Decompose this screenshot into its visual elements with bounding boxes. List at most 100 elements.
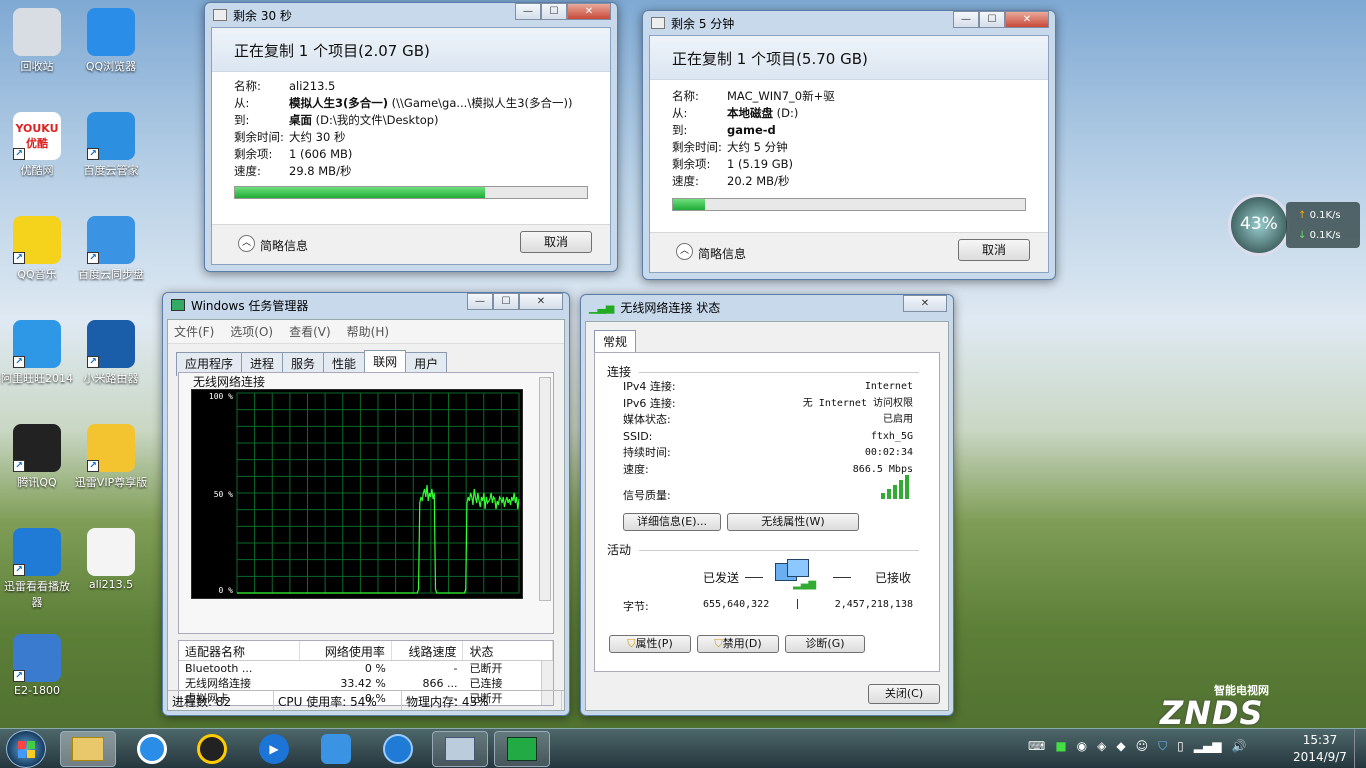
cloud-tray-icon[interactable]: ◈ [1097,739,1106,754]
detail-row: 速度: 29.8 MB/秒 [234,164,352,178]
task-manager-window[interactable]: Windows 任务管理器 — ☐ ✕ 文件(F) 选项(O) 查看(V) 帮助(H) 应… [162,292,570,716]
qq-browser-icon [137,734,167,764]
close-button[interactable]: ✕ [1005,11,1049,28]
detail-row: 剩余时间: 大约 5 分钟 [672,140,788,154]
detail-row: 名称: ali213.5 [234,79,336,93]
copy-heading: 正在复制 1 个项目(5.70 GB) [650,36,1048,80]
tab[interactable]: 联网 [364,350,407,374]
table-row[interactable]: Bluetooth ... 0 % - 已断开 [179,661,553,676]
wifi-status-window[interactable]: ▁▃▅ 无线网络连接 状态 ✕ 常规 连接 IPv4 连接: Internet IPv… [580,294,954,716]
shortcut-arrow-icon: ↗ [87,356,99,368]
copy-details: 名称: MAC_WIN7_0新+驱 从: 本地磁盘 (D:) 到: game-d 剩余时间:… [650,80,1048,190]
clock[interactable]: 15:37 2014/9/7 [1290,732,1350,766]
qq-tray-icon[interactable]: ☺ [1136,739,1149,754]
wireless-properties-button[interactable]: 无线属性(W) [727,513,859,531]
table-row[interactable]: 无线网络连接 33.42 % 866 ... 已连接 [179,676,553,691]
taskbar-task-manager[interactable] [494,731,550,767]
upload-arrow-icon: ↑ [1298,210,1307,221]
desktop-icon[interactable]: ↗ 迅雷看看播放器 [0,524,74,610]
maximize-button[interactable]: ☐ [493,293,519,310]
system-tray: ⌨ ■ ◉ ◈ ◆ ☺ ⛉ ▯ ▂▄▆ 🔊 [1028,739,1246,754]
keyboard-icon[interactable]: ⌨ [1028,739,1045,754]
taskbar-network-panel[interactable] [432,731,488,767]
disable-button[interactable]: ⛉禁用(D) [697,635,779,653]
volume-icon[interactable]: 🔊 [1231,739,1246,754]
close-dialog-button[interactable]: 关闭(C) [868,684,940,704]
qq-browser-icon [87,8,135,56]
close-button[interactable]: ✕ [567,3,611,20]
shortcut-arrow-icon: ↗ [87,252,99,264]
desktop-icon[interactable]: ↗ 百度云管家 [74,108,148,178]
details-button[interactable]: 详细信息(E)... [623,513,721,531]
menu-item[interactable]: 选项(O) [230,323,273,340]
taskbar-qq-browser[interactable] [124,731,180,767]
menu-item[interactable]: 查看(V) [289,323,331,340]
tab-general[interactable]: 常规 [594,330,637,354]
maximize-button[interactable]: ☐ [541,3,567,20]
column-header[interactable]: 状态 [463,641,554,660]
desktop-icon[interactable]: ↗ 百度云同步盘 [74,212,148,282]
desktop-icon[interactable]: ↗ E2-1800 [0,630,74,697]
chevron-up-icon[interactable]: ︿ [238,235,255,252]
table-cell: 已断开 [469,662,503,675]
taskbar-baidu-cloud[interactable] [308,731,364,767]
cancel-button[interactable]: 取消 [958,239,1030,261]
cancel-button[interactable]: 取消 [520,231,592,253]
desktop-icon[interactable]: ↗ QQ音乐 [0,212,74,282]
desktop-icon[interactable]: ↗ 腾讯QQ [0,420,74,490]
minimize-button[interactable]: — [515,3,541,20]
globe-icon[interactable]: ◉ [1077,739,1087,754]
battery-icon[interactable]: ▯ [1177,739,1184,754]
y-axis-label: 50 % [214,490,233,499]
close-button[interactable]: ✕ [903,295,947,312]
desktop-icon[interactable]: ↗ 小米路由器 [74,316,148,386]
minimize-button[interactable]: — [467,293,493,310]
menu-item[interactable]: 文件(F) [174,323,214,340]
column-header[interactable]: 网络使用率 [300,641,392,660]
network-speed-gadget[interactable]: 43% ↑ 0.1K/s ↓ 0.1K/s [1228,194,1360,258]
desktop-icon-label: 回收站 [20,60,54,73]
connection-row: SSID: ftxh_5G [623,429,913,443]
desktop-icon[interactable]: YOUKU 优酷 ↗ 优酷网 [0,108,74,178]
desktop-icon[interactable]: ↗ 迅雷VIP尊享版 [74,420,148,490]
taskbar-xunlei[interactable] [370,731,426,767]
desktop-icon[interactable]: ali213.5 [74,524,148,591]
copy-dialog-5min[interactable]: 剩余 5 分钟 — ☐ ✕ 正在复制 1 个项目(5.70 GB) 名称: MAC_W… [642,10,1056,280]
mi-router-icon: ↗ [87,320,135,368]
desktop-icon[interactable]: QQ浏览器 [74,4,148,74]
shield-icon[interactable]: ⛉ [1158,739,1167,754]
taskbar-qq[interactable] [184,731,240,767]
wifi-signal-icon[interactable]: ▂▄▆ [1194,739,1222,754]
column-header[interactable]: 适配器名称 [179,641,301,660]
title-bar: 剩余 5 分钟 — ☐ ✕ [643,11,1055,35]
details-toggle[interactable]: 简略信息 [698,245,746,262]
shortcut-arrow-icon: ↗ [13,356,25,368]
baidu-tray-icon[interactable]: ◆ [1116,739,1125,754]
taskbar-explorer[interactable] [60,731,116,767]
diagnose-button[interactable]: 诊断(G) [785,635,865,653]
desktop-icon[interactable]: ↗ 阿里旺旺2014 [0,316,74,386]
table-header: 适配器名称 网络使用率 线路速度 状态 [179,641,554,661]
properties-button[interactable]: ⛉属性(P) [609,635,691,653]
column-header[interactable]: 线路速度 [392,641,464,660]
close-button[interactable]: ✕ [519,293,563,310]
chevron-up-icon[interactable]: ︿ [676,243,693,260]
show-desktop-button[interactable] [1354,729,1366,768]
copy-dialog-30s[interactable]: 剩余 30 秒 — ☐ ✕ 正在复制 1 个项目(2.07 GB) 名称: ali21… [204,2,618,272]
detail-row: 名称: MAC_WIN7_0新+驱 [672,89,835,103]
details-toggle[interactable]: 简略信息 [260,237,308,254]
graph-scrollbar[interactable] [539,377,551,601]
app-tray-icon[interactable]: ■ [1055,739,1066,754]
network-computers-icon: ▂▄▆ [773,559,816,593]
copy-icon [213,9,227,21]
connection-row: 媒体状态: 已启用 [623,413,913,426]
taskbar-media-player[interactable]: ▶ [246,731,302,767]
desktop-icon-label: QQ浏览器 [85,60,137,73]
desktop-icon[interactable]: 回收站 [0,4,74,74]
taskbar: ▶ ⌨ ■ ◉ ◈ ◆ ☺ ⛉ ▯ ▂▄▆ 🔊 15:37 2014/9/7 [0,728,1366,768]
maximize-button[interactable]: ☐ [979,11,1005,28]
menu-item[interactable]: 帮助(H) [347,323,389,340]
start-button[interactable] [6,730,46,768]
minimize-button[interactable]: — [953,11,979,28]
desktop-icon-label: 阿里旺旺2014 [1,372,73,385]
